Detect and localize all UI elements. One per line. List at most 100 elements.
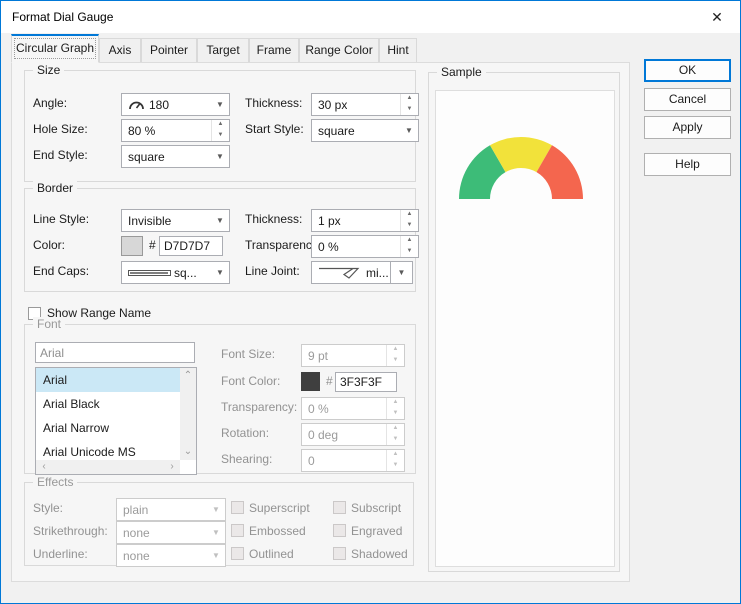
window-title: Format Dial Gauge bbox=[12, 10, 114, 24]
sample-group: Sample bbox=[428, 65, 620, 572]
border-transparency-label: Transparency: bbox=[245, 238, 322, 252]
dropdown-arrow-icon: ▼ bbox=[212, 505, 220, 514]
border-transparency-spinner[interactable]: 0 % ▲ ▼ bbox=[311, 235, 419, 258]
hole-size-label: Hole Size: bbox=[33, 122, 88, 136]
help-button[interactable]: Help bbox=[644, 153, 731, 176]
rotation-spinner[interactable]: 0 deg ▲ ▼ bbox=[301, 423, 405, 446]
effects-group-title: Effects bbox=[33, 475, 78, 489]
spin-down-icon: ▼ bbox=[392, 461, 399, 468]
outlined-checkbox[interactable] bbox=[231, 547, 244, 560]
tab-axis[interactable]: Axis bbox=[99, 38, 141, 63]
dropdown-arrow-icon: ▼ bbox=[216, 152, 224, 161]
end-style-label: End Style: bbox=[33, 148, 88, 162]
border-color-swatch[interactable] bbox=[121, 236, 143, 256]
border-color-hex-input[interactable] bbox=[159, 236, 223, 256]
font-color-hex-input[interactable] bbox=[335, 372, 397, 392]
scroll-right-icon[interactable]: › bbox=[164, 461, 180, 473]
rotation-label: Rotation: bbox=[221, 426, 270, 440]
format-dial-gauge-dialog: Format Dial Gauge ✕ Circular Graph Axis … bbox=[0, 0, 741, 604]
border-color-label: Color: bbox=[33, 238, 66, 252]
hash-label: # bbox=[326, 374, 333, 388]
cancel-button[interactable]: Cancel bbox=[644, 88, 731, 111]
engraved-checkbox[interactable] bbox=[333, 524, 346, 537]
close-button[interactable]: ✕ bbox=[702, 6, 732, 28]
font-size-spinner[interactable]: 9 pt ▲ ▼ bbox=[301, 344, 405, 367]
dropdown-arrow-icon: ▼ bbox=[212, 551, 220, 560]
tab-pointer[interactable]: Pointer bbox=[141, 38, 197, 63]
miter-joint-line-icon bbox=[318, 266, 364, 280]
font-list-item[interactable]: Arial Narrow bbox=[36, 416, 180, 440]
line-style-combo[interactable]: Invisible ▼ bbox=[121, 209, 230, 232]
dropdown-arrow-icon: ▼ bbox=[405, 126, 413, 135]
spin-up-icon: ▲ bbox=[392, 399, 399, 405]
border-group-title: Border bbox=[33, 181, 78, 195]
font-list-vertical-scrollbar[interactable]: ⌃ ⌄ bbox=[180, 368, 196, 460]
tab-hint[interactable]: Hint bbox=[379, 38, 417, 63]
font-name-input[interactable] bbox=[35, 342, 195, 363]
embossed-checkbox[interactable] bbox=[231, 524, 244, 537]
spin-down-icon: ▼ bbox=[217, 131, 224, 138]
size-thickness-spinner[interactable]: 30 px ▲ ▼ bbox=[311, 93, 419, 116]
superscript-checkbox[interactable] bbox=[231, 501, 244, 514]
titlebar: Format Dial Gauge ✕ bbox=[1, 1, 740, 33]
font-list-horizontal-scrollbar[interactable]: ‹ › bbox=[36, 460, 180, 474]
apply-button[interactable]: Apply bbox=[644, 116, 731, 139]
spin-up-icon: ▲ bbox=[406, 95, 413, 101]
spin-down-icon: ▼ bbox=[392, 356, 399, 363]
effects-group: Effects Style: plain ▼ Superscript Subsc… bbox=[24, 475, 414, 567]
superscript-label: Superscript bbox=[249, 501, 310, 515]
spin-up-icon: ▲ bbox=[392, 346, 399, 352]
sample-preview-panel bbox=[435, 90, 615, 567]
angle-combo[interactable]: 180 ▼ bbox=[121, 93, 230, 116]
shearing-spinner[interactable]: 0 ▲ ▼ bbox=[301, 449, 405, 472]
line-joint-combo[interactable]: mi... bbox=[311, 261, 397, 284]
hash-label: # bbox=[149, 238, 156, 252]
font-color-swatch[interactable] bbox=[301, 372, 320, 391]
font-list-item[interactable]: Arial Black bbox=[36, 392, 180, 416]
scroll-down-icon[interactable]: ⌄ bbox=[180, 446, 196, 458]
font-list-item[interactable]: Arial bbox=[36, 368, 180, 392]
angle-label: Angle: bbox=[33, 96, 68, 110]
end-caps-combo[interactable]: sq... ▼ bbox=[121, 261, 230, 284]
spin-up-icon: ▲ bbox=[217, 121, 224, 127]
shadowed-checkbox[interactable] bbox=[333, 547, 346, 560]
line-joint-dropdown-button[interactable]: ▼ bbox=[390, 261, 413, 284]
end-style-combo[interactable]: square ▼ bbox=[121, 145, 230, 168]
font-transparency-spinner[interactable]: 0 % ▲ ▼ bbox=[301, 397, 405, 420]
hole-size-spinner[interactable]: 80 % ▲ ▼ bbox=[121, 119, 230, 142]
embossed-label: Embossed bbox=[249, 524, 306, 538]
font-list-item[interactable]: Arial Unicode MS bbox=[36, 440, 180, 460]
scroll-up-icon[interactable]: ⌃ bbox=[180, 370, 196, 382]
tab-page-circular-graph: Size Angle: 180 ▼ Thickness: 30 px ▲ ▼ Ho… bbox=[11, 62, 630, 582]
subscript-label: Subscript bbox=[351, 501, 402, 515]
strikethrough-combo[interactable]: none ▼ bbox=[116, 521, 226, 544]
style-combo[interactable]: plain ▼ bbox=[116, 498, 226, 521]
tab-frame[interactable]: Frame bbox=[249, 38, 299, 63]
dial-gauge-preview bbox=[459, 137, 583, 199]
spin-down-icon: ▼ bbox=[406, 221, 413, 228]
gauge-icon bbox=[128, 99, 144, 110]
close-icon: ✕ bbox=[711, 9, 723, 25]
line-joint-label: Line Joint: bbox=[245, 264, 300, 278]
underline-combo[interactable]: none ▼ bbox=[116, 544, 226, 567]
tab-circular-graph[interactable]: Circular Graph bbox=[11, 34, 99, 63]
dropdown-arrow-icon: ▼ bbox=[212, 528, 220, 537]
spin-up-icon: ▲ bbox=[392, 451, 399, 457]
spin-down-icon: ▼ bbox=[392, 409, 399, 416]
tab-target[interactable]: Target bbox=[197, 38, 249, 63]
scroll-left-icon[interactable]: ‹ bbox=[36, 461, 52, 473]
spin-up-icon: ▲ bbox=[406, 237, 413, 243]
ok-button[interactable]: OK bbox=[644, 59, 731, 82]
subscript-checkbox[interactable] bbox=[333, 501, 346, 514]
spin-down-icon: ▼ bbox=[406, 105, 413, 112]
font-list[interactable]: Arial Arial Black Arial Narrow Arial Uni… bbox=[35, 367, 197, 475]
shadowed-label: Shadowed bbox=[351, 547, 408, 561]
tab-range-color[interactable]: Range Color bbox=[299, 38, 379, 63]
border-thickness-spinner[interactable]: 1 px ▲ ▼ bbox=[311, 209, 419, 232]
line-style-label: Line Style: bbox=[33, 212, 90, 226]
font-color-label: Font Color: bbox=[221, 374, 281, 388]
start-style-combo[interactable]: square ▼ bbox=[311, 119, 419, 142]
spin-up-icon: ▲ bbox=[406, 211, 413, 217]
size-group: Size Angle: 180 ▼ Thickness: 30 px ▲ ▼ Ho… bbox=[24, 63, 419, 182]
spin-down-icon: ▼ bbox=[392, 435, 399, 442]
